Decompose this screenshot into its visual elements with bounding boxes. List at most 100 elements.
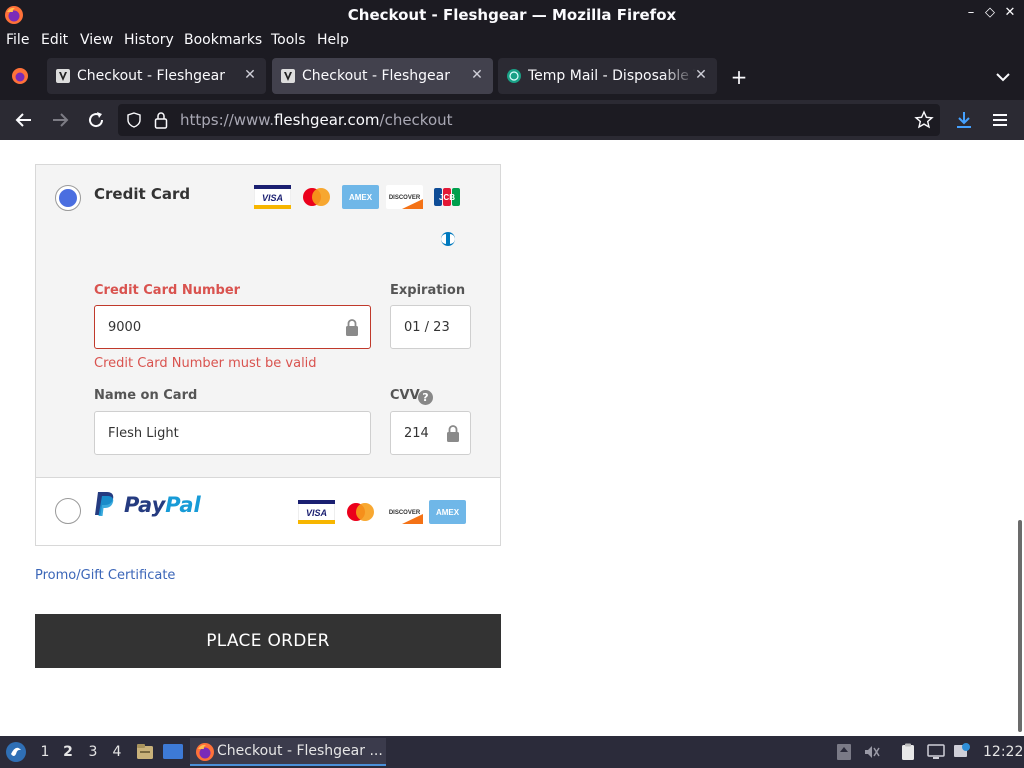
tab-strip: Checkout - Fleshgear ✕ Checkout - Fleshg… — [0, 52, 1024, 100]
fleshgear-favicon-icon — [56, 69, 70, 83]
place-order-button[interactable]: PLACE ORDER — [35, 614, 501, 668]
svg-text:VISA: VISA — [262, 193, 283, 203]
card-number-input[interactable]: 9000 — [94, 305, 371, 349]
tab-checkout-2[interactable]: Checkout - Fleshgear ✕ — [272, 58, 493, 94]
tab-close-icon[interactable]: ✕ — [469, 67, 485, 83]
amex-logo: AMEX — [429, 500, 466, 524]
mastercard-logo — [347, 503, 374, 521]
desktop-icon[interactable] — [162, 742, 184, 762]
menu-tools[interactable]: Tools — [271, 32, 306, 48]
credit-card-section: Credit Card VISA AMEX DISCOVER JCB Credi… — [36, 165, 500, 478]
promo-gift-certificate-link[interactable]: Promo/Gift Certificate — [35, 568, 175, 583]
paypal-p-icon — [95, 492, 114, 516]
name-on-card-value: Flesh Light — [108, 426, 179, 441]
list-all-tabs-icon[interactable] — [992, 66, 1014, 88]
page-scrollbar[interactable] — [1018, 520, 1022, 732]
task-label: Checkout - Fleshgear ... — [217, 743, 383, 759]
paypal-radio[interactable] — [55, 498, 81, 524]
fleshgear-favicon-icon — [281, 69, 295, 83]
reload-icon[interactable] — [84, 108, 108, 132]
card-number-error: Credit Card Number must be valid — [94, 356, 317, 371]
taskbar-clock: 12:22 — [983, 744, 1024, 760]
tab-close-icon[interactable]: ✕ — [693, 67, 709, 83]
notification-icon[interactable] — [953, 742, 973, 762]
tab-label: Checkout - Fleshgear — [302, 68, 451, 84]
discover-logo: DISCOVER — [386, 500, 423, 524]
firefox-icon — [196, 743, 214, 761]
payment-methods: Credit Card VISA AMEX DISCOVER JCB Credi… — [35, 164, 501, 546]
address-bar[interactable]: https://www.fleshgear.com/checkout — [118, 104, 940, 136]
start-menu-icon[interactable] — [5, 741, 27, 763]
taskbar: 1 2 3 4 Checkout - Fleshgear ... 12:22 — [0, 736, 1024, 768]
menu-bookmarks[interactable]: Bookmarks — [184, 32, 262, 48]
firefox-view-icon[interactable] — [10, 66, 30, 86]
tab-checkout-1[interactable]: Checkout - Fleshgear ✕ — [47, 58, 266, 94]
cvv-help-icon[interactable]: ? — [418, 390, 433, 405]
clipboard-icon[interactable] — [898, 742, 918, 762]
lock-icon — [346, 319, 358, 336]
cvv-value: 214 — [404, 426, 429, 441]
lock-icon — [447, 425, 459, 442]
tab-label: Temp Mail - Disposable Te — [528, 68, 696, 84]
window-title: Checkout - Fleshgear — Mozilla Firefox — [347, 6, 677, 24]
cvv-label: CVV — [390, 388, 420, 403]
shield-icon[interactable] — [126, 112, 142, 128]
file-manager-icon[interactable] — [135, 742, 155, 762]
jcb-logo: JCB — [434, 188, 460, 206]
card-number-value: 9000 — [108, 320, 142, 335]
cvv-input[interactable]: 214 — [390, 411, 471, 455]
expiration-label: Expiration — [390, 283, 466, 298]
svg-text:VISA: VISA — [306, 508, 327, 518]
workspace-4[interactable]: 4 — [109, 744, 125, 760]
network-icon[interactable] — [926, 742, 946, 762]
back-arrow-icon[interactable] — [12, 108, 36, 132]
discover-logo: DISCOVER — [386, 185, 423, 209]
tab-close-icon[interactable]: ✕ — [242, 67, 258, 83]
svg-text:JCB: JCB — [439, 193, 455, 202]
taskbar-task-firefox[interactable]: Checkout - Fleshgear ... — [190, 738, 386, 766]
svg-text:DISCOVER: DISCOVER — [389, 195, 421, 201]
name-on-card-label: Name on Card — [94, 388, 198, 403]
expiration-value: 01 / 23 — [404, 320, 450, 335]
workspace-2[interactable]: 2 — [60, 744, 76, 760]
downloads-icon[interactable] — [952, 108, 976, 132]
diners-club-logo — [441, 232, 455, 246]
upload-tray-icon[interactable] — [834, 742, 854, 762]
hamburger-menu-icon[interactable] — [988, 108, 1012, 132]
lock-icon[interactable] — [154, 111, 168, 129]
navigation-bar: https://www.fleshgear.com/checkout — [0, 100, 1024, 140]
name-on-card-input[interactable]: Flesh Light — [94, 411, 371, 455]
menu-edit[interactable]: Edit — [41, 32, 68, 48]
credit-card-radio[interactable] — [55, 185, 81, 211]
maximize-button[interactable]: ◇ — [981, 5, 999, 25]
visa-logo: VISA — [298, 500, 335, 524]
workspace-1[interactable]: 1 — [37, 744, 53, 760]
minimize-button[interactable]: – — [962, 5, 980, 25]
credit-card-title: Credit Card — [94, 185, 191, 203]
close-window-button[interactable]: ✕ — [1001, 5, 1019, 25]
volume-muted-icon[interactable] — [862, 742, 882, 762]
url-text[interactable]: https://www.fleshgear.com/checkout — [180, 111, 453, 129]
menu-help[interactable]: Help — [317, 32, 349, 48]
menu-view[interactable]: View — [80, 32, 113, 48]
page-content: Credit Card VISA AMEX DISCOVER JCB Credi… — [0, 140, 1024, 736]
temp-mail-favicon-icon — [507, 69, 521, 83]
workspace-3[interactable]: 3 — [85, 744, 101, 760]
menu-bar: File Edit View History Bookmarks Tools H… — [0, 30, 1024, 52]
expiration-input[interactable]: 01 / 23 — [390, 305, 471, 349]
svg-text:AMEX: AMEX — [436, 508, 460, 517]
mastercard-logo — [303, 188, 330, 206]
tab-label: Checkout - Fleshgear — [77, 68, 226, 84]
new-tab-button[interactable]: + — [728, 66, 750, 88]
menu-file[interactable]: File — [6, 32, 29, 48]
forward-arrow-icon[interactable] — [48, 108, 72, 132]
svg-text:AMEX: AMEX — [349, 193, 373, 202]
window-titlebar: Checkout - Fleshgear — Mozilla Firefox –… — [0, 0, 1024, 30]
card-number-label: Credit Card Number — [94, 283, 241, 298]
bookmark-star-icon[interactable] — [914, 110, 934, 130]
svg-text:DISCOVER: DISCOVER — [389, 510, 421, 516]
tab-temp-mail[interactable]: Temp Mail - Disposable Te ✕ — [498, 58, 717, 94]
visa-logo: VISA — [254, 185, 291, 209]
amex-logo: AMEX — [342, 185, 379, 209]
menu-history[interactable]: History — [124, 32, 174, 48]
